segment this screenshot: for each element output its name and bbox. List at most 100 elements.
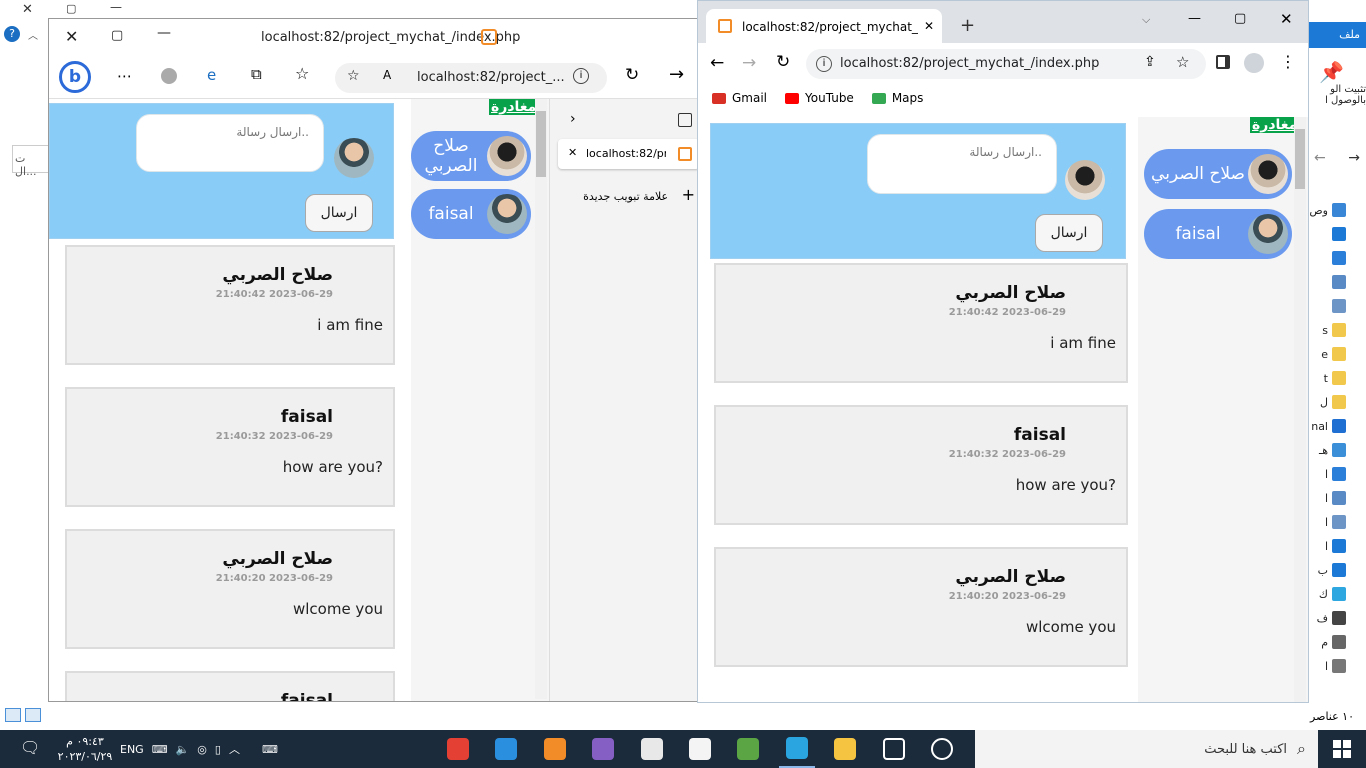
chrome-menu-icon[interactable]: ⋮ (1280, 52, 1296, 71)
explorer-list-item[interactable] (1305, 270, 1366, 294)
cortana-taskbar-button[interactable] (925, 730, 960, 768)
back-arrow-icon[interactable]: ← (1314, 150, 1326, 166)
store-taskbar-button[interactable] (682, 730, 717, 768)
chrome-close-icon[interactable]: ✕ (1280, 10, 1293, 28)
ribbon-collapse-icon[interactable]: ︿ (28, 27, 38, 42)
language-indicator[interactable]: ENG (120, 743, 144, 756)
chrome-tab-close-icon[interactable]: ✕ (924, 19, 934, 33)
back-icon[interactable]: ← (710, 53, 724, 73)
explorer-list-item[interactable]: ا (1305, 654, 1366, 678)
explorer-list-item[interactable]: nal (1305, 414, 1366, 438)
edge-url[interactable]: localhost:82/project_... (417, 70, 565, 85)
user-item[interactable]: صلاح الصربي (1144, 149, 1292, 199)
side-panel-icon[interactable] (1216, 55, 1230, 69)
ribbon-file-tab[interactable]: ملف (1308, 22, 1366, 48)
chrome-minimize-icon[interactable]: — (1188, 11, 1201, 26)
explorer-list-item[interactable] (1305, 246, 1366, 270)
explorer-list-item[interactable]: s (1305, 318, 1366, 342)
help-icon[interactable]: ? (4, 26, 20, 42)
volume-icon[interactable]: 🔈 (176, 743, 190, 756)
expand-pane-icon[interactable]: › (570, 111, 576, 127)
forward-disabled-icon[interactable]: → (742, 53, 756, 73)
explorer-list-item[interactable]: ف (1305, 606, 1366, 630)
task-view-taskbar-button[interactable] (876, 730, 911, 768)
explorer-list-item[interactable]: ا (1305, 534, 1366, 558)
file-explorer-taskbar-button[interactable] (828, 730, 863, 768)
chrome-address-bar[interactable]: i localhost:82/project_mychat_/index.php… (806, 49, 1206, 79)
leave-link[interactable]: مغادرة (489, 99, 539, 115)
send-button[interactable]: ارسال (305, 194, 373, 232)
battery-icon[interactable]: ▯ (215, 743, 221, 756)
explorer-view-switch[interactable] (5, 708, 47, 724)
bookmark-youtube[interactable]: YouTube (785, 91, 854, 105)
pin-quick-access[interactable]: 📌 تثبيت الو بالوصول ا (1306, 60, 1366, 120)
keyboard-icon[interactable]: ⌨ (152, 743, 168, 756)
edge-close-icon[interactable]: ✕ (65, 27, 78, 46)
leave-link[interactable]: مغادرة (1250, 117, 1300, 133)
explorer-list-item[interactable]: هـ (1305, 438, 1366, 462)
share-icon[interactable]: ⇪ (1144, 54, 1156, 70)
explorer-nav-arrows[interactable]: ← → (1308, 150, 1366, 166)
xampp-taskbar-button[interactable] (537, 730, 572, 768)
page-scrollbar[interactable] (535, 99, 547, 699)
explorer-search-input[interactable]: ت ال... (12, 145, 50, 178)
chrome-profile-icon[interactable] (1244, 53, 1264, 73)
edge-address-bar[interactable]: ☆ A localhost:82/project_... i (335, 63, 607, 93)
user-item[interactable]: صلاح الصربي (411, 131, 531, 181)
explorer-list-item[interactable]: e (1305, 342, 1366, 366)
site-info-icon[interactable]: i (573, 68, 589, 84)
explorer-list-item[interactable]: ا (1305, 510, 1366, 534)
message-input[interactable]: ارسال رسالة.. (867, 134, 1057, 194)
explorer-list-item[interactable] (1305, 294, 1366, 318)
explorer-list-item[interactable]: ا (1305, 486, 1366, 510)
network-icon[interactable]: ◎ (197, 743, 207, 756)
more-icon[interactable]: ⋯ (117, 67, 132, 85)
profile-icon[interactable] (159, 66, 179, 86)
explorer-list-item[interactable]: ل (1305, 390, 1366, 414)
show-hidden-icons[interactable]: ︿ (229, 741, 240, 757)
start-button[interactable] (1318, 730, 1366, 768)
tab-actions-icon[interactable] (678, 113, 692, 127)
clock[interactable]: ٠٩:٤٣ م ٢٠٢٣/٠٦/٢٩ (55, 734, 115, 766)
scrollbar-thumb[interactable] (536, 111, 546, 177)
chrome-maximize-icon[interactable]: ▢ (1234, 11, 1246, 26)
forward-icon[interactable]: → (669, 64, 684, 85)
refresh-icon[interactable]: ↻ (625, 65, 639, 85)
tab-search-icon[interactable]: ⌵ (1142, 13, 1150, 27)
visual-studio-taskbar-button[interactable] (585, 730, 620, 768)
explorer-list-item[interactable] (1305, 222, 1366, 246)
mail-taskbar-button[interactable] (634, 730, 669, 768)
explorer-list-item[interactable]: ب (1305, 558, 1366, 582)
edge-minimize-icon[interactable]: — (157, 25, 171, 41)
edge-taskbar-button[interactable] (779, 730, 815, 768)
site-info-icon[interactable]: i (816, 56, 832, 72)
new-tab-plus-icon[interactable]: + (960, 15, 975, 36)
bookmark-star-icon[interactable]: ☆ (1176, 53, 1189, 71)
new-tab-button[interactable]: + علامة تبويب جديدة (570, 185, 695, 205)
explorer-list-item[interactable]: م (1305, 630, 1366, 654)
explorer-close-icon[interactable]: ✕ (22, 2, 33, 17)
page-scrollbar[interactable] (1294, 117, 1306, 702)
send-button[interactable]: ارسال (1035, 214, 1103, 252)
message-input[interactable]: ارسال رسالة.. (136, 114, 324, 172)
explorer-maximize-icon[interactable]: ▢ (66, 2, 76, 15)
bookmark-maps[interactable]: Maps (871, 91, 923, 105)
explorer-minimize-icon[interactable]: — (110, 0, 122, 14)
vertical-tab-close-icon[interactable]: ✕ (568, 146, 577, 159)
read-aloud-icon[interactable]: A (383, 68, 391, 82)
favorites-icon[interactable]: ☆ (295, 64, 309, 83)
edge-maximize-icon[interactable]: ▢ (111, 28, 123, 43)
forward-arrow-icon[interactable]: → (1348, 150, 1360, 166)
chrome-url[interactable]: localhost:82/project_mychat_/index.php (840, 56, 1099, 71)
explorer-list-item[interactable]: وص (1305, 198, 1366, 222)
explorer-list-item[interactable]: t (1305, 366, 1366, 390)
vertical-tab-item[interactable]: ✕ localhost:82/pr (558, 139, 700, 169)
taskbar-search[interactable]: اكتب هنا للبحث ⌕ (975, 730, 1318, 768)
chrome-tab[interactable]: localhost:82/project_mychat_/ind ✕ (706, 9, 942, 43)
tiles-view-icon[interactable] (25, 708, 41, 722)
add-favorite-icon[interactable]: ☆ (347, 68, 360, 84)
touch-keyboard-icon[interactable]: ⌨ (262, 743, 278, 756)
scrollbar-thumb[interactable] (1295, 129, 1305, 189)
explorer-list-item[interactable]: ا (1305, 462, 1366, 486)
ie-mode-icon[interactable]: e (207, 66, 216, 84)
